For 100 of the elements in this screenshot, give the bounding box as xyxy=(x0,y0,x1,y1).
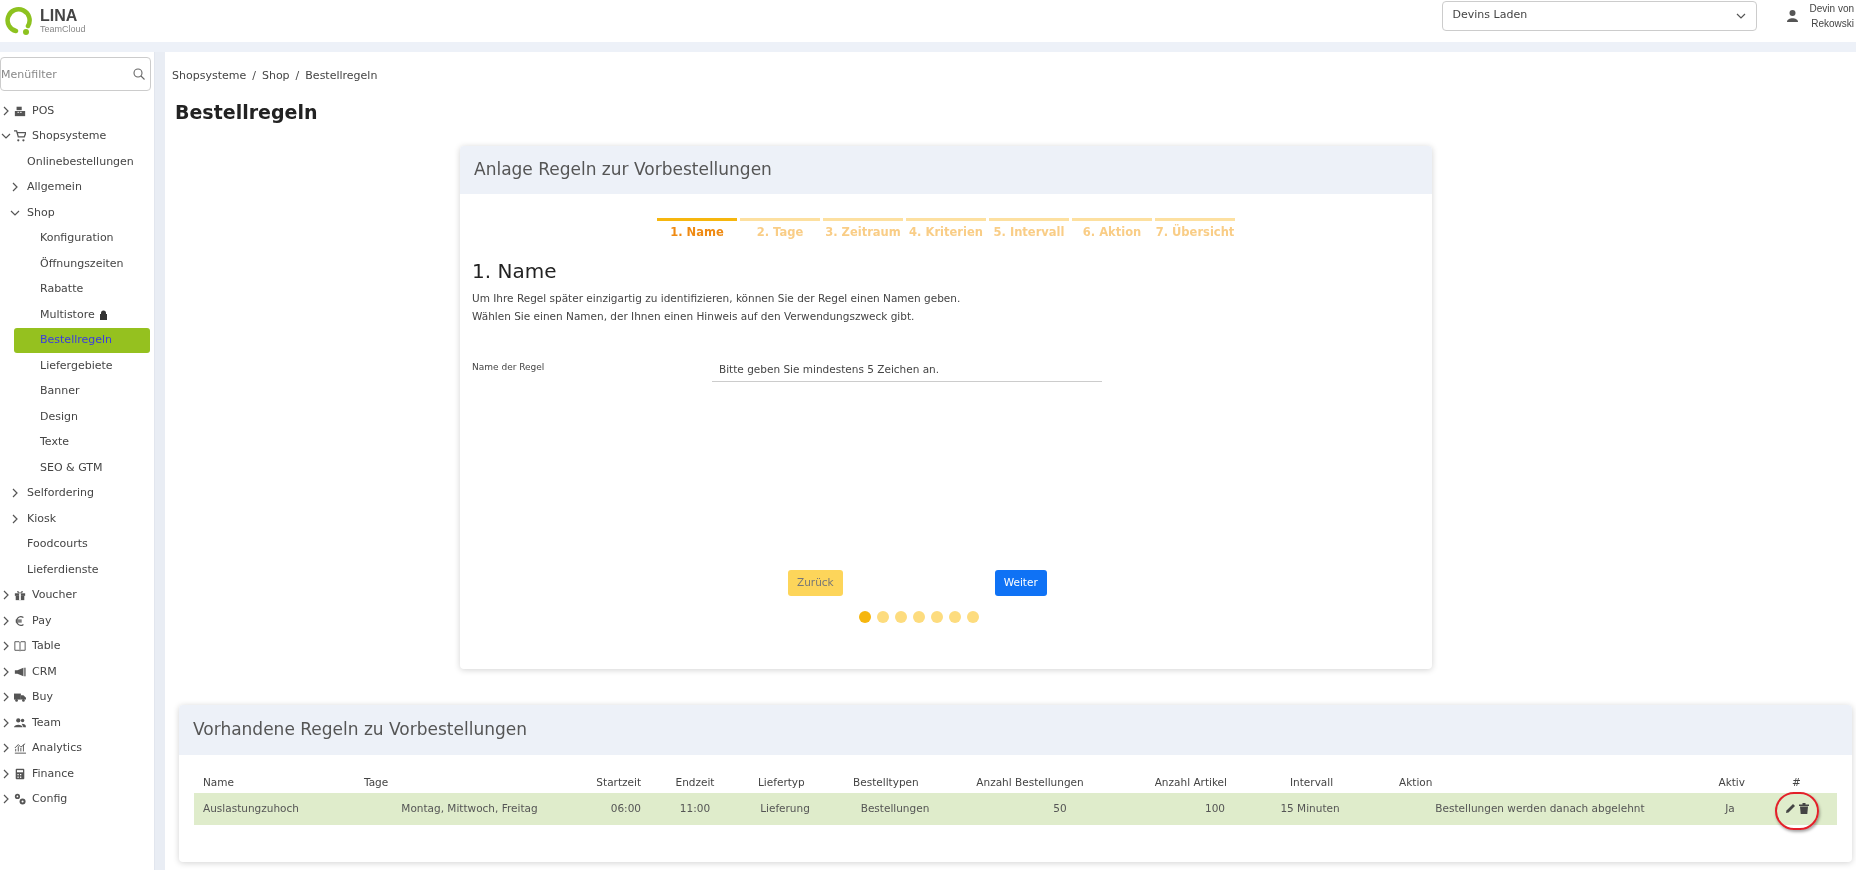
table-cell: Montag, Mittwoch, Freitag xyxy=(401,801,538,814)
chevron-right-icon[interactable] xyxy=(1,692,11,703)
column-header: Tage xyxy=(364,775,389,788)
logo-tagline: TeamCloud xyxy=(40,25,86,34)
table-cell: 06:00 xyxy=(610,801,641,814)
column-header: Endzeit xyxy=(675,775,715,788)
euro-icon xyxy=(14,614,26,627)
chevron-right-icon[interactable] xyxy=(1,615,11,626)
column-header: Bestelltypen xyxy=(853,775,919,788)
card-title: Vorhandene Regeln zu Vorbestellungen xyxy=(193,717,527,741)
breadcrumb-separator: / xyxy=(295,68,300,84)
column-header: Anzahl Artikel xyxy=(1154,775,1227,788)
logo-icon xyxy=(4,6,34,36)
nav-item[interactable]: Shopsysteme xyxy=(0,123,154,149)
chevron-right-icon[interactable] xyxy=(1,666,11,677)
nav-item[interactable]: Liefergebiete xyxy=(0,353,154,379)
nav-item[interactable]: Finance xyxy=(0,761,154,787)
nav-item[interactable]: Konfiguration xyxy=(0,225,154,251)
field-label: Name der Regel xyxy=(472,360,546,374)
user-name: Rekowski xyxy=(1811,17,1854,31)
nav-item[interactable]: POS xyxy=(0,98,154,124)
logo[interactable]: LINA TeamCloud xyxy=(4,4,86,38)
nav-item[interactable]: Allgemein xyxy=(0,174,154,200)
step-description: Um Ihre Regel später einzigartig zu identifizieren, können Sie der Regel einen Namen geben. xyxy=(472,290,962,306)
search-icon[interactable] xyxy=(133,68,145,80)
nav-item[interactable]: Selfordering xyxy=(0,480,154,506)
step-heading: 1. Name xyxy=(472,260,558,281)
nav-item[interactable]: Buy xyxy=(0,684,154,710)
nav-item[interactable]: CRM xyxy=(0,659,154,685)
nav-item[interactable]: Team xyxy=(0,710,154,736)
column-header: Liefertyp xyxy=(758,775,805,788)
table-cell: Ja xyxy=(1725,801,1735,814)
pencil-icon[interactable] xyxy=(1784,803,1796,814)
nav-item[interactable]: Lieferdienste xyxy=(0,557,154,583)
gears-icon xyxy=(14,793,26,806)
nav-item[interactable]: Pay xyxy=(0,608,154,634)
users-icon xyxy=(14,716,26,729)
chevron-right-icon[interactable] xyxy=(1,768,11,779)
breadcrumb-link[interactable]: Shop xyxy=(261,68,290,85)
column-header: # xyxy=(1792,775,1801,788)
cart-icon xyxy=(14,130,26,143)
nav-item[interactable]: Design xyxy=(0,404,154,430)
store-select[interactable]: Devins Laden xyxy=(1441,0,1757,31)
nav-item[interactable]: Onlinebestellungen xyxy=(0,149,154,175)
chevron-right-icon[interactable] xyxy=(1,590,11,601)
table-cell: Auslastungzuhoch xyxy=(203,801,299,814)
nav-item[interactable]: Analytics xyxy=(0,735,154,761)
table-cell: Bestellungen xyxy=(860,801,930,814)
logo-name: LINA xyxy=(40,8,79,24)
card-title: Anlage Regeln zur Vorbestellungen xyxy=(474,157,772,181)
chevron-right-icon[interactable] xyxy=(10,513,20,524)
nav-item[interactable]: Texte xyxy=(0,429,154,455)
breadcrumb-link[interactable]: Shopsysteme xyxy=(172,68,247,85)
book-icon xyxy=(14,640,26,653)
user-icon[interactable] xyxy=(1786,10,1798,22)
chevron-right-icon[interactable] xyxy=(1,794,11,805)
menu-filter-field[interactable]: Menüfilter xyxy=(0,57,151,91)
nav-item[interactable]: Shop xyxy=(0,200,154,226)
cash-register-icon xyxy=(14,104,26,117)
table-cell: 11:00 xyxy=(679,801,711,814)
chevron-right-icon[interactable] xyxy=(10,488,20,499)
chevron-right-icon[interactable] xyxy=(10,182,20,193)
calculator-icon xyxy=(14,767,26,780)
trash-icon[interactable] xyxy=(1798,803,1809,814)
table-cell: Bestellungen werden danach abgelehnt xyxy=(1435,801,1645,814)
chart-icon xyxy=(14,742,26,755)
nav-item[interactable]: Table xyxy=(0,633,154,659)
chevron-right-icon[interactable] xyxy=(1,743,11,754)
nav-item[interactable]: Voucher xyxy=(0,582,154,608)
step-description: Wählen Sie einen Namen, der Ihnen einen Hinweis auf den Verwendungszweck gibt. xyxy=(472,308,916,324)
column-header: Anzahl Bestellungen xyxy=(976,775,1084,788)
column-header: Startzeit xyxy=(596,775,641,788)
chevron-right-icon[interactable] xyxy=(1,641,11,652)
column-header: Name xyxy=(203,775,234,788)
table-cell: 15 Minuten xyxy=(1280,801,1340,814)
nav-item[interactable]: Kiosk xyxy=(0,506,154,532)
nav-item[interactable]: Banner xyxy=(0,378,154,404)
rule-name-field[interactable]: Bitte geben Sie mindestens 5 Zeichen an. xyxy=(712,357,1102,382)
breadcrumb-separator: / xyxy=(252,68,256,84)
truck-icon xyxy=(14,691,26,704)
nav-item[interactable]: Öffnungszeiten xyxy=(0,251,154,277)
chevron-right-icon[interactable] xyxy=(1,717,11,728)
nav-item[interactable]: Config xyxy=(0,786,154,812)
chevron-right-icon[interactable] xyxy=(1,105,11,116)
table-cell: 100 xyxy=(1204,801,1225,814)
user-name: Devin von xyxy=(1809,2,1854,16)
gift-icon xyxy=(14,589,26,602)
nav-item[interactable]: SEO & GTM xyxy=(0,455,154,481)
page-title: Bestellregeln xyxy=(175,102,319,122)
table-cell: Lieferung xyxy=(760,801,810,814)
nav-item[interactable]: Foodcourts xyxy=(0,531,154,557)
megaphone-icon xyxy=(14,665,26,678)
table-cell: 50 xyxy=(1053,801,1067,814)
column-header: Aktion xyxy=(1399,775,1433,788)
nav-item[interactable]: Rabatte xyxy=(0,276,154,302)
column-header: Intervall xyxy=(1290,775,1334,788)
column-header: Aktiv xyxy=(1718,775,1745,788)
breadcrumb-link[interactable]: Bestellregeln xyxy=(305,68,378,85)
nav-item[interactable]: Multistore xyxy=(0,302,154,328)
next-button[interactable]: Weiter xyxy=(994,569,1047,596)
